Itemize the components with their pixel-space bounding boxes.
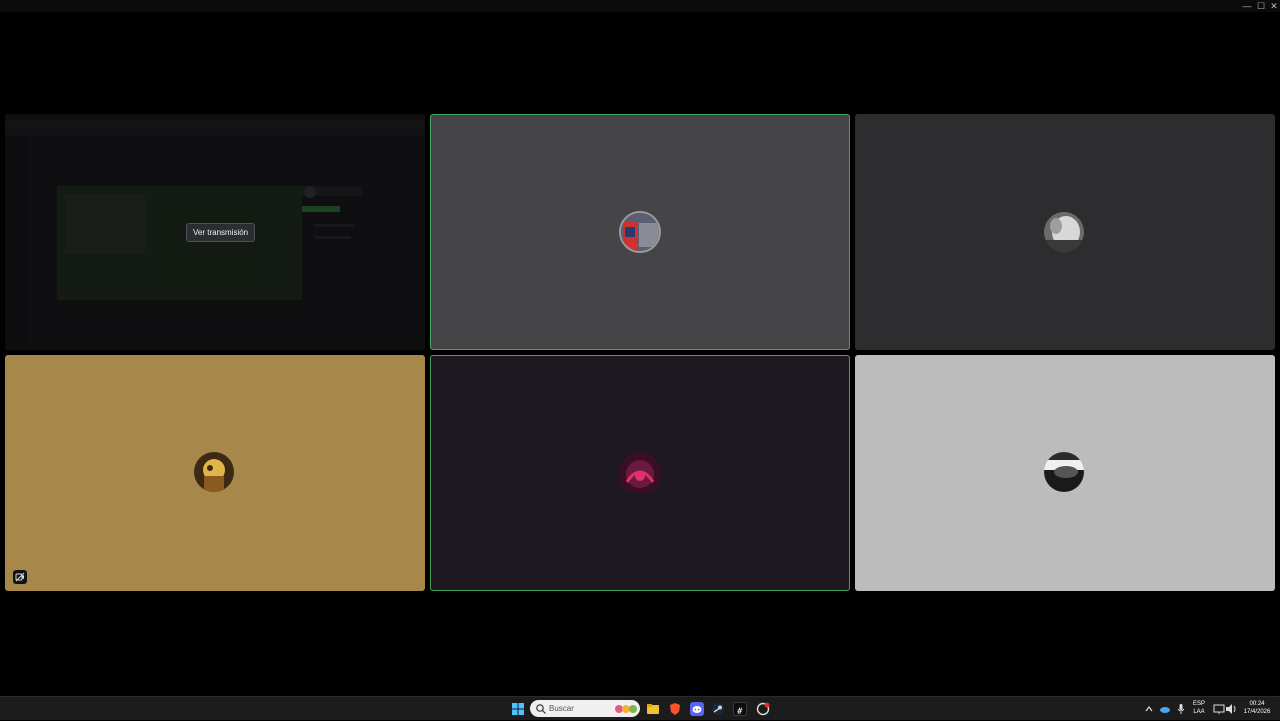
avatar-image: [1044, 452, 1084, 492]
title-bar: — ☐ ✕: [0, 0, 1280, 12]
participant-avatar: [194, 452, 234, 492]
windows-start-icon[interactable]: [511, 702, 525, 716]
svg-text:#: #: [737, 707, 743, 716]
search-icon: [536, 704, 546, 714]
discord-call-window: — ☐ ✕ Ver transmisión: [0, 0, 1280, 696]
taskbar-search[interactable]: Buscar: [530, 700, 640, 717]
minimize-icon[interactable]: —: [1241, 1, 1253, 11]
microphone-icon[interactable]: [1174, 702, 1188, 716]
clock-date[interactable]: 17/4/2026: [1240, 709, 1274, 716]
language-indicator-top[interactable]: ESP: [1190, 701, 1208, 708]
search-highlight-icon: [615, 705, 637, 713]
participant-tile[interactable]: [855, 355, 1275, 591]
participant-avatar: [1044, 452, 1084, 492]
participant-tile[interactable]: [5, 355, 425, 591]
participant-avatar: [1044, 212, 1084, 252]
brave-browser-icon[interactable]: [668, 702, 682, 716]
file-explorer-icon[interactable]: [646, 702, 660, 716]
app-red-icon[interactable]: [756, 702, 770, 716]
participant-tile[interactable]: [430, 355, 850, 591]
show-hidden-icons-icon[interactable]: [1142, 702, 1156, 716]
close-icon[interactable]: ✕: [1268, 1, 1280, 11]
view-stream-button[interactable]: Ver transmisión: [186, 223, 256, 242]
participant-tile[interactable]: [430, 114, 850, 350]
steam-icon[interactable]: [711, 702, 725, 716]
avatar-image: [619, 452, 661, 494]
participant-avatar: [619, 211, 661, 253]
clock-time[interactable]: 00:24: [1240, 701, 1274, 708]
terminal-icon[interactable]: #: [733, 702, 747, 717]
search-placeholder: Buscar: [549, 704, 574, 713]
avatar-image: [194, 452, 234, 492]
maximize-icon[interactable]: ☐: [1255, 1, 1267, 11]
volume-icon[interactable]: [1224, 702, 1238, 716]
participant-avatar: [619, 452, 661, 494]
language-indicator-bottom: LAA: [1193, 709, 1205, 715]
taskbar: Buscar # ESP LAA 00:24 17/4/2026: [0, 696, 1280, 720]
onedrive-icon[interactable]: [1158, 702, 1172, 716]
camera-off-icon[interactable]: [13, 570, 27, 584]
discord-icon[interactable]: [690, 702, 704, 716]
avatar-image: [1044, 212, 1084, 252]
stream-tile[interactable]: Ver transmisión: [5, 114, 425, 350]
participant-tile[interactable]: [855, 114, 1275, 350]
avatar-image: [621, 213, 659, 251]
